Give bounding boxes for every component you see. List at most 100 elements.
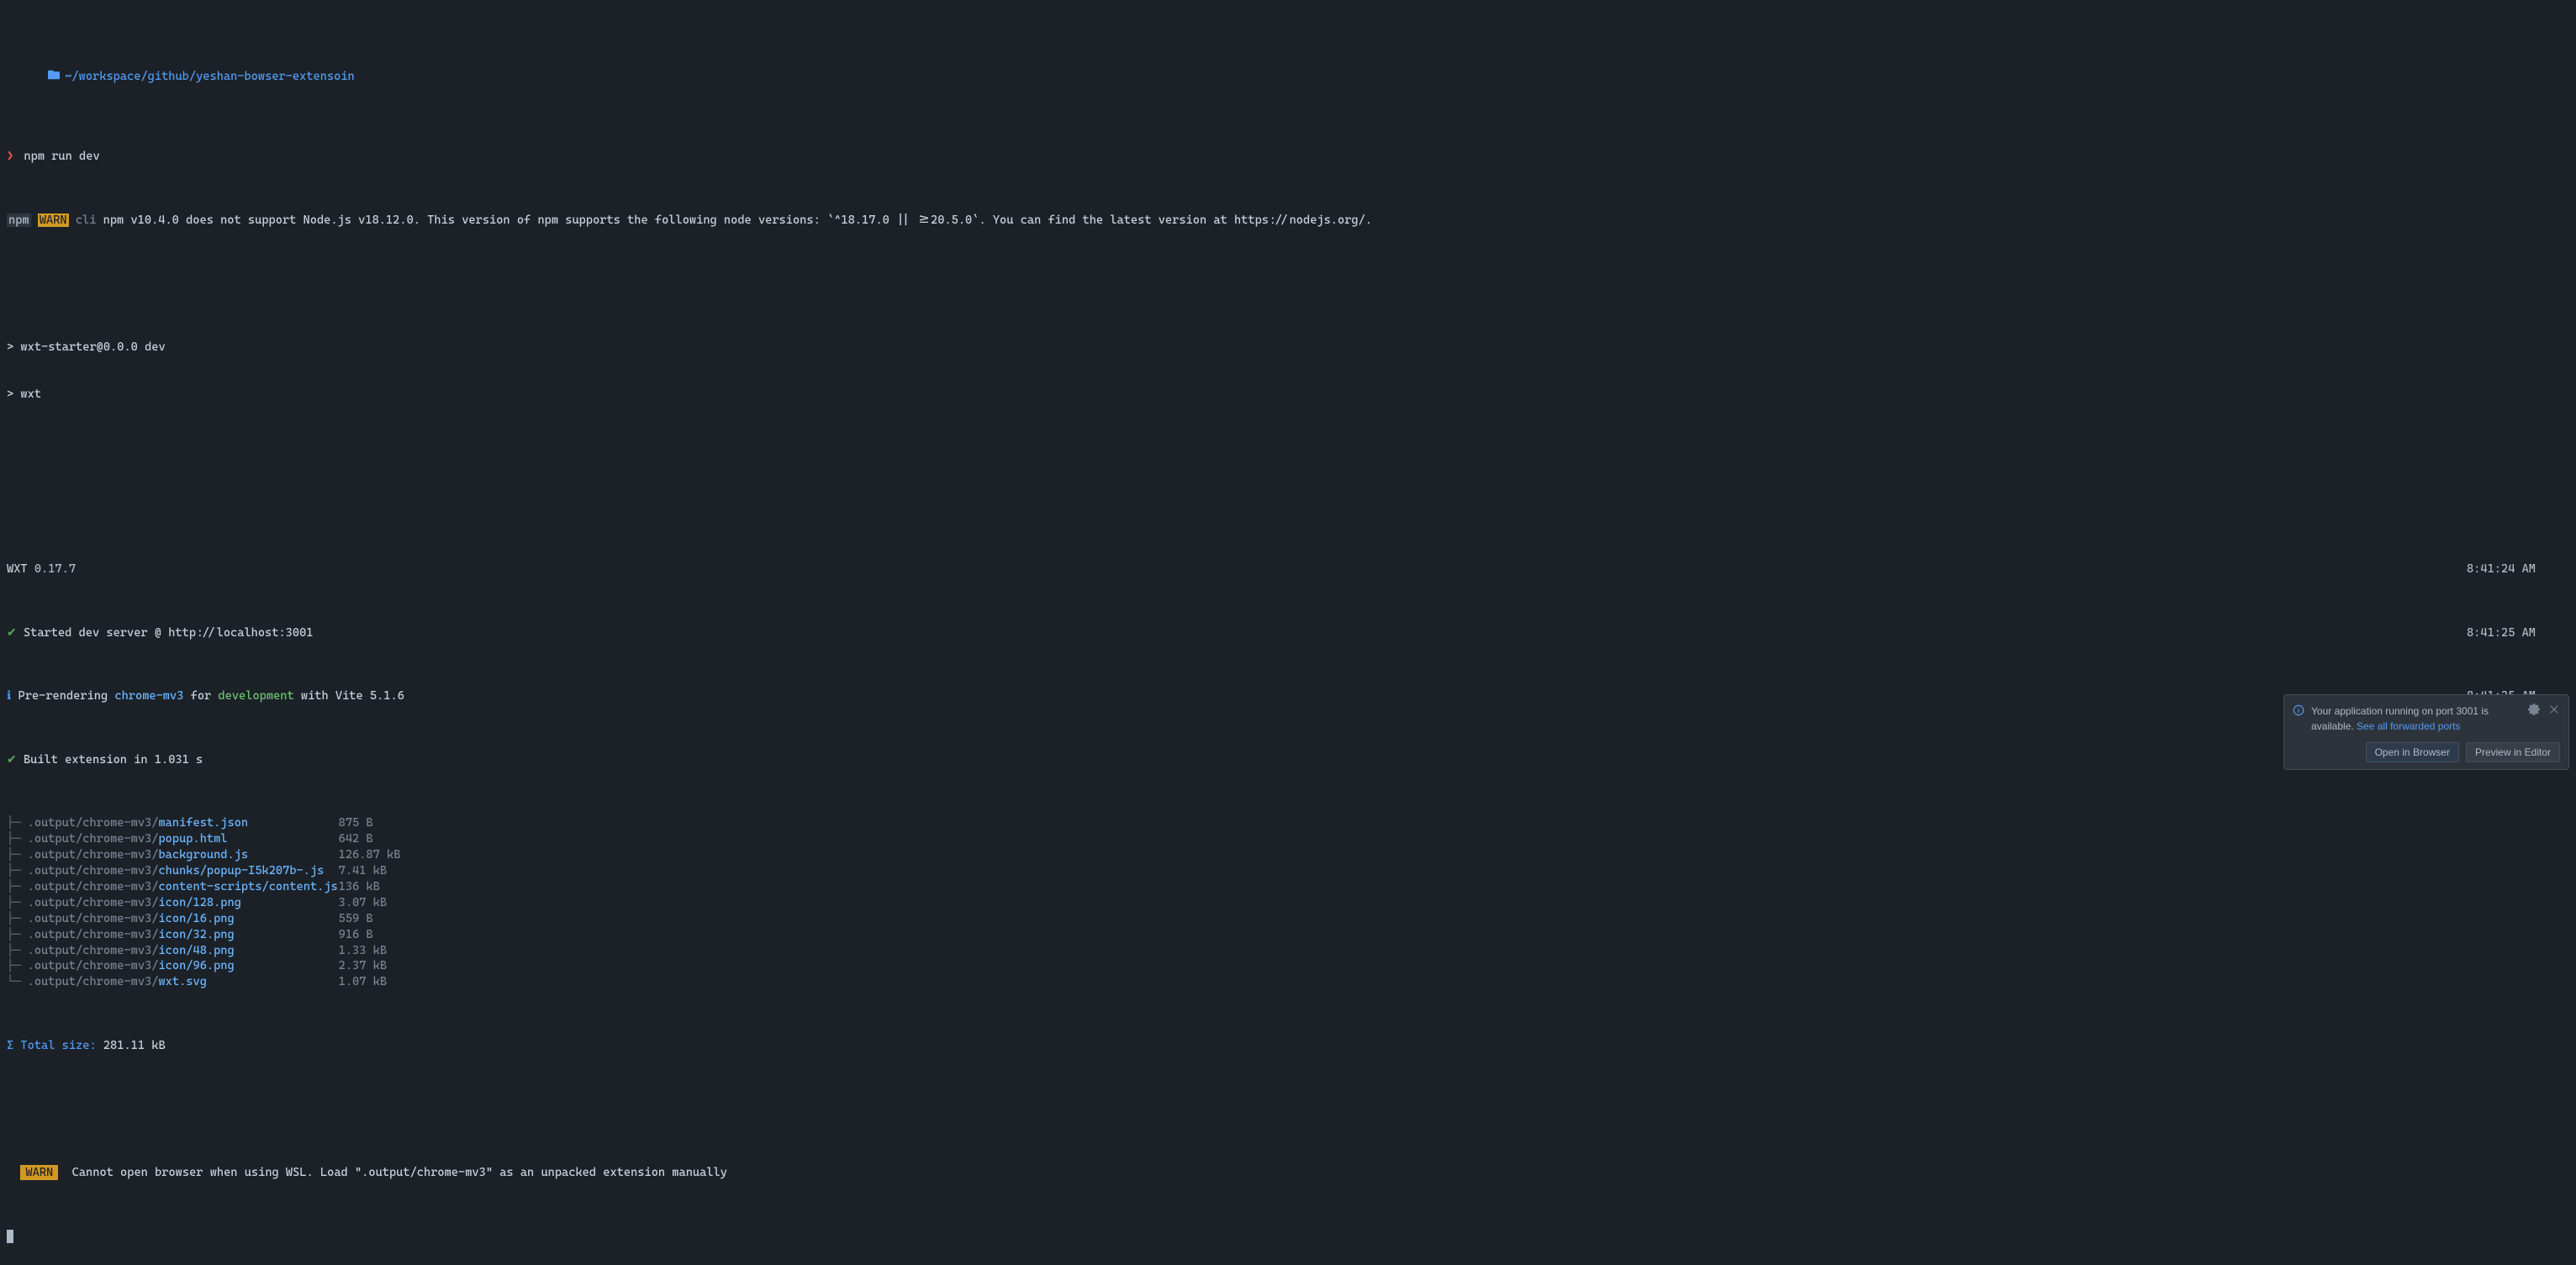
file-name: content-scripts/content.js [158, 880, 337, 893]
file-name: icon/128.png [158, 896, 240, 909]
cwd-path: ~/workspace/github/yeshan-bowser-extenso… [65, 69, 355, 85]
file-dir: .output/chrome-mv3/ [28, 896, 159, 909]
file-dir: .output/chrome-mv3/ [28, 912, 159, 925]
folder-icon [7, 53, 60, 102]
timestamp: 8:41:24 AM [2467, 561, 2569, 577]
file-size: 3.07 kB [339, 895, 387, 911]
tree-glyph: ├─ [7, 895, 28, 911]
preview-in-editor-button[interactable]: Preview in Editor [2466, 742, 2560, 762]
file-row: ├─ .output/chrome-mv3/popup.html642 B [7, 831, 2569, 847]
notification-text: Your application running on port 3001 is… [2311, 704, 2521, 734]
info-icon: ℹ [7, 689, 11, 703]
file-row: ├─ .output/chrome-mv3/icon/128.png 3.07 k… [7, 895, 2569, 911]
cli-word: cli [76, 213, 97, 227]
npm-warn-line: npm WARN cli npm v10.4.0 does not suppor… [7, 213, 2569, 229]
prerender-suffix: with Vite 5.1.6 [294, 689, 404, 703]
prerender-prefix: Pre-rendering [18, 689, 115, 703]
wxt-version-line: WXT 0.17.7 8:41:24 AM [7, 561, 2569, 577]
blank-line [7, 1101, 2569, 1117]
file-size: 2.37 kB [339, 958, 387, 974]
file-row: ├─ .output/chrome-mv3/icon/16.png 559 B [7, 911, 2569, 927]
file-dir: .output/chrome-mv3/ [28, 880, 159, 893]
file-dir: .output/chrome-mv3/ [28, 975, 159, 988]
check-icon: ✔ [7, 626, 17, 640]
tree-glyph: ├─ [7, 863, 28, 879]
tree-glyph: ├─ [7, 911, 28, 927]
file-row: ├─ .output/chrome-mv3/icon/96.png 2.37 kB [7, 958, 2569, 974]
file-dir: .output/chrome-mv3/ [28, 959, 159, 972]
blank-line [7, 276, 2569, 292]
file-size: 1.33 kB [339, 943, 387, 959]
file-size: 875 B [339, 815, 373, 831]
check-icon: ✔ [7, 753, 17, 767]
file-name: icon/48.png [158, 944, 234, 957]
file-name: popup.html [158, 832, 227, 846]
file-row: ├─ .output/chrome-mv3/manifest.json 875 B [7, 815, 2569, 831]
file-size: 7.41 kB [339, 863, 387, 879]
terminal-cursor [7, 1230, 13, 1243]
forwarded-ports-link[interactable]: See all forwarded ports [2357, 720, 2460, 732]
wxt-label: WXT [7, 562, 28, 576]
tree-glyph: ├─ [7, 815, 28, 831]
prerender-target: chrome-mv3 [114, 689, 183, 703]
total-line: Σ Total size: 281.11 kB [7, 1038, 2569, 1054]
file-row: ├─ .output/chrome-mv3/icon/32.png916 B [7, 927, 2569, 943]
cursor-line [7, 1229, 2569, 1245]
started-text: Started dev server @ http://localhost:30… [24, 626, 314, 640]
gear-icon[interactable] [2528, 704, 2540, 715]
file-row: ├─ .output/chrome-mv3/icon/48.png 1.33 kB [7, 943, 2569, 959]
port-notification: Your application running on port 3001 is… [2283, 694, 2569, 770]
command-text: npm run dev [24, 150, 99, 163]
warn-tag: WARN [38, 213, 69, 227]
file-list: ├─ .output/chrome-mv3/manifest.json 875 B… [7, 815, 2569, 990]
tree-glyph: ├─ [7, 847, 28, 863]
file-row: ├─ .output/chrome-mv3/content-scripts/co… [7, 879, 2569, 895]
file-name: icon/32.png [158, 928, 234, 941]
prompt-caret: ❯ [7, 150, 13, 163]
bottom-warn-text: Cannot open browser when using WSL. Load… [72, 1166, 727, 1179]
file-name: manifest.json [158, 816, 248, 830]
open-in-browser-button[interactable]: Open in Browser [2366, 742, 2459, 762]
prompt-line: ❯ npm run dev [7, 149, 2569, 165]
file-dir: .output/chrome-mv3/ [28, 832, 159, 846]
file-dir: .output/chrome-mv3/ [28, 848, 159, 862]
file-name: wxt.svg [158, 975, 206, 988]
script-line: > wxt-starter@0.0.0 dev [7, 340, 2569, 356]
file-dir: .output/chrome-mv3/ [28, 816, 159, 830]
cwd-line: ~/workspace/github/yeshan-bowser-extenso… [7, 53, 2569, 102]
warn-message: npm v10.4.0 does not support Node.js v18… [103, 213, 1372, 227]
file-name: icon/96.png [158, 959, 234, 972]
file-name: icon/16.png [158, 912, 234, 925]
started-line: ✔ Started dev server @ http://localhost:… [7, 625, 2569, 641]
close-icon[interactable] [2548, 704, 2560, 715]
warn-tag: WARN [20, 1165, 58, 1180]
total-value: 281.11 kB [103, 1039, 166, 1052]
file-name: chunks/popup-I5k207b-.js [158, 864, 324, 878]
file-row: ├─ .output/chrome-mv3/chunks/popup-I5k20… [7, 863, 2569, 879]
file-dir: .output/chrome-mv3/ [28, 944, 159, 957]
info-icon [2293, 704, 2304, 719]
file-dir: .output/chrome-mv3/ [28, 928, 159, 941]
blank-line [7, 451, 2569, 466]
file-row: ├─ .output/chrome-mv3/background.js126.8… [7, 847, 2569, 863]
tree-glyph: ├─ [7, 943, 28, 959]
script-line: > wxt [7, 387, 2569, 403]
bottom-warn-line: WARN Cannot open browser when using WSL.… [7, 1165, 2569, 1181]
tree-glyph: ├─ [7, 927, 28, 943]
tree-glyph: ├─ [7, 879, 28, 895]
wxt-version: 0.17.7 [34, 562, 76, 576]
tree-glyph: ├─ [7, 958, 28, 974]
prerender-mid: for [183, 689, 218, 703]
file-size: 642 B [339, 831, 373, 847]
file-size: 1.07 kB [339, 974, 387, 990]
built-text: Built extension in 1.031 s [24, 753, 203, 767]
blank-line [7, 498, 2569, 514]
file-name: background.js [158, 848, 248, 862]
npm-tag: npm [7, 213, 31, 227]
built-line: ✔ Built extension in 1.031 s 8:41:26 AM [7, 752, 2569, 768]
prerender-line: ℹ Pre-rendering chrome-mv3 for developme… [7, 688, 2569, 704]
file-size: 559 B [339, 911, 373, 927]
terminal-output: ~/workspace/github/yeshan-bowser-extenso… [0, 0, 2576, 1265]
total-label: Σ Total size: [7, 1039, 97, 1052]
file-dir: .output/chrome-mv3/ [28, 864, 159, 878]
